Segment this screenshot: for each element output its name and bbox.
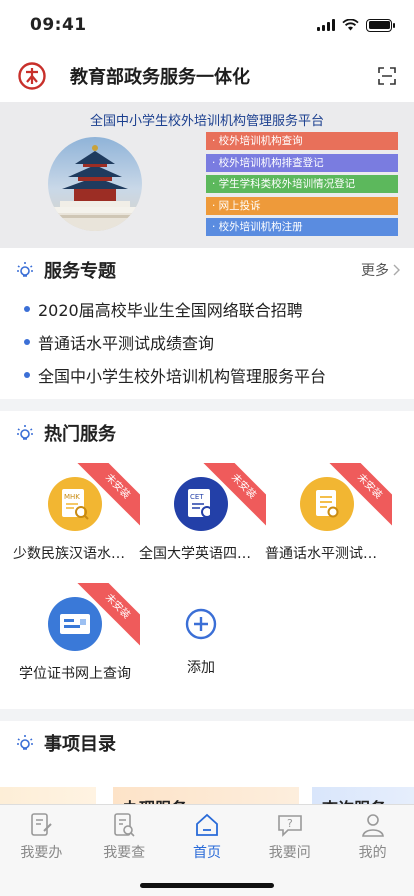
not-installed-ribbon: 未安装 — [72, 583, 140, 651]
banner-link-complaint[interactable]: · 网上投诉 — [206, 196, 398, 215]
banner-link-list: · 校外培训机构查询 · 校外培训机构排查登记 · 学生学科类校外培训情况登记 … — [206, 132, 398, 240]
tab-mine[interactable]: 我的 — [332, 811, 414, 862]
topic-item[interactable]: 普通话水平测试成绩查询 — [0, 325, 414, 358]
catalog-header: 事项目录 — [0, 721, 414, 765]
tab-home[interactable]: 首页 — [166, 811, 248, 862]
banner-link-org-register[interactable]: · 校外培训机构排查登记 — [206, 153, 398, 172]
tab-label: 我要查 — [103, 845, 146, 861]
tab-query[interactable]: 我要查 — [83, 811, 165, 862]
wifi-icon — [342, 19, 359, 31]
svg-text:?: ? — [287, 817, 293, 830]
status-bar: 09:41 — [0, 0, 414, 50]
lightbulb-icon — [17, 735, 33, 750]
bullet-dot — [24, 338, 30, 345]
topics-title: 服务专题 — [44, 261, 116, 282]
status-icons — [317, 18, 395, 32]
tab-bar: 我要办 我要查 首页 ? 我要问 我的 — [0, 804, 414, 896]
app-title: 教育部政务服务一体化 — [70, 67, 250, 88]
chat-question-icon: ? — [277, 815, 302, 837]
home-indicator — [140, 883, 274, 888]
lightbulb-icon — [17, 425, 33, 440]
section-divider — [0, 399, 414, 411]
tab-label: 我要办 — [20, 845, 63, 861]
section-divider — [0, 709, 414, 721]
user-icon — [361, 814, 384, 837]
banner-link-org-query[interactable]: · 校外培训机构查询 — [206, 132, 398, 150]
topics-header: 服务专题 更多 — [0, 248, 414, 292]
not-installed-ribbon: 未安装 — [72, 463, 140, 531]
chevron-right-icon — [393, 264, 400, 276]
hot-header: 热门服务 — [0, 411, 414, 455]
battery-icon — [366, 18, 395, 32]
service-mhk[interactable]: MHK 少数民族汉语水平等级考试 未安装 — [12, 463, 140, 583]
service-label: 全国大学英语四、六级考试 — [139, 546, 263, 562]
service-label: 少数民族汉语水平等级考试 — [13, 546, 137, 562]
banner-title: 全国中小学生校外培训机构管理服务平台 — [89, 114, 324, 129]
more-link[interactable]: 更多 — [361, 260, 400, 280]
signal-icon — [317, 19, 335, 31]
home-icon — [196, 813, 218, 836]
doc-pen-icon — [31, 813, 53, 836]
status-time: 09:41 — [30, 15, 87, 35]
topic-label: 普通话水平测试成绩查询 — [38, 333, 215, 353]
add-label: 添加 — [187, 660, 215, 676]
topics-section: 服务专题 更多 2020届高校毕业生全国网络联合招聘 普通话水平测试成绩查询 全… — [0, 248, 414, 399]
plus-circle-icon — [185, 608, 217, 640]
tab-label: 我要问 — [268, 845, 311, 861]
tab-ask[interactable]: ? 我要问 — [249, 811, 331, 862]
hot-services-section: 热门服务 MHK 少数民族汉语水平等级考试 未安装 CET 全国大学英语四、六级… — [0, 411, 414, 709]
moe-logo-icon — [18, 62, 46, 90]
tab-label: 首页 — [192, 845, 221, 861]
banner-link-student-register[interactable]: · 学生学科类校外培训情况登记 — [206, 175, 398, 193]
hot-service-grid: MHK 少数民族汉语水平等级考试 未安装 CET 全国大学英语四、六级考试 未安… — [0, 455, 414, 709]
tab-label: 我的 — [358, 845, 387, 861]
app-header: 教育部政务服务一体化 — [0, 50, 414, 102]
bullet-dot — [24, 305, 30, 312]
tab-todo[interactable]: 我要办 — [0, 811, 82, 862]
scan-icon[interactable] — [378, 67, 396, 85]
more-label: 更多 — [361, 263, 389, 279]
banner-link-org-signup[interactable]: · 校外培训机构注册 — [206, 218, 398, 236]
lightbulb-icon — [17, 262, 33, 277]
catalog-title: 事项目录 — [44, 734, 116, 755]
topic-label: 2020届高校毕业生全国网络联合招聘 — [38, 300, 303, 320]
topic-list: 2020届高校毕业生全国网络联合招聘 普通话水平测试成绩查询 全国中小学生校外培… — [0, 292, 414, 399]
service-degree[interactable]: 学位证书网上查询 未安装 — [12, 583, 140, 703]
hot-title: 热门服务 — [44, 424, 116, 445]
doc-search-icon — [114, 813, 135, 837]
service-label: 学位证书网上查询 — [19, 666, 131, 682]
not-installed-ribbon: 未安装 — [198, 463, 266, 531]
service-label: 普通话水平测试成绩查询 — [265, 546, 389, 562]
catalog-section: 事项目录 办理服务 查询服务 — [0, 721, 414, 827]
add-service-button[interactable]: 添加 — [138, 583, 264, 703]
topic-item[interactable]: 2020届高校毕业生全国网络联合招聘 — [0, 292, 414, 325]
temple-of-heaven-image — [48, 137, 142, 231]
bullet-dot — [24, 371, 30, 378]
topic-item[interactable]: 全国中小学生校外培训机构管理服务平台 — [0, 358, 414, 391]
service-putonghua[interactable]: 普通话水平测试成绩查询 未安装 — [264, 463, 392, 583]
not-installed-ribbon: 未安装 — [324, 463, 392, 531]
banner[interactable]: 全国中小学生校外培训机构管理服务平台 · 校外培训机构查询 · 校外培训机构排查… — [0, 102, 414, 248]
topic-label: 全国中小学生校外培训机构管理服务平台 — [38, 366, 327, 386]
service-cet[interactable]: CET 全国大学英语四、六级考试 未安装 — [138, 463, 266, 583]
